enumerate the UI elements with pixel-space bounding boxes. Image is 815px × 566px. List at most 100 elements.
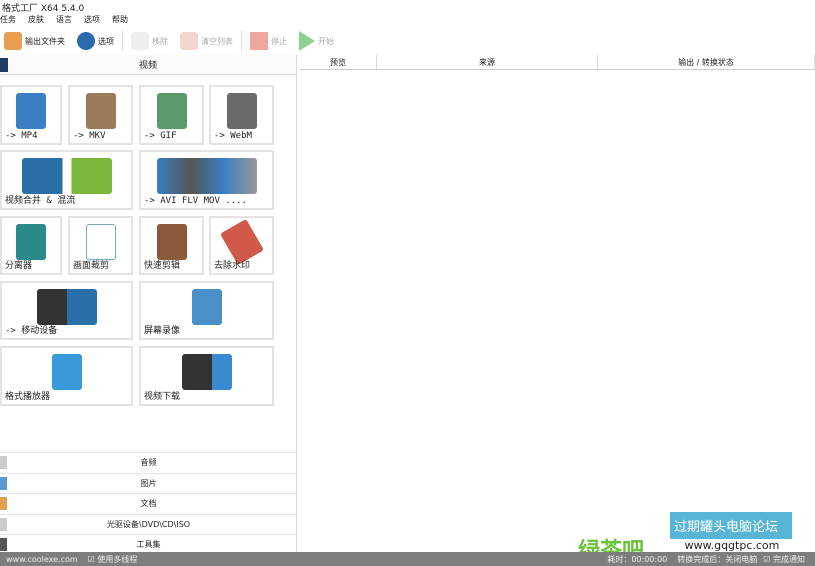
website-link[interactable]: www.coolexe.com — [6, 555, 78, 564]
tile-label: 格式播放器 — [5, 392, 51, 402]
category-label: 音频 — [140, 458, 157, 468]
start-button[interactable]: 开始 — [295, 31, 338, 51]
multithread-checkbox[interactable]: ☑ 使用多线程 — [88, 554, 138, 565]
clear-icon — [180, 32, 198, 50]
download-icon — [181, 354, 232, 390]
menu-bar: 任务 皮肤 语言 选项 帮助 — [0, 14, 128, 25]
notify-checkbox[interactable]: ☑ 完成通知 — [763, 554, 805, 565]
webm-icon — [226, 93, 257, 129]
after-conversion[interactable]: 转换完成后：关闭电脑 — [677, 554, 757, 565]
tile-label: 视频下载 — [144, 392, 181, 402]
watermark-url: www.gqgtpc.com — [672, 539, 792, 552]
merge-icon — [21, 158, 112, 194]
stop-button[interactable]: 停止 — [246, 32, 291, 50]
gear-icon — [77, 32, 95, 50]
elapsed-time: 耗时：00:00:00 — [607, 554, 668, 564]
tile-label: 画面裁剪 — [73, 261, 110, 271]
stop-icon — [250, 32, 268, 50]
tile-label: -> GIF — [144, 131, 177, 141]
category-image[interactable]: 图片 — [0, 472, 297, 494]
menu-options[interactable]: 选项 — [84, 14, 100, 25]
toolbar: 输出文件夹 选项 移除 清空列表 停止 开始 — [0, 28, 338, 54]
mkv-icon — [85, 93, 116, 129]
splitter-icon — [16, 224, 46, 260]
output-folder-label: 输出文件夹 — [25, 36, 65, 46]
tools-icon — [0, 538, 7, 551]
status-bar: www.coolexe.com ☑ 使用多线程 耗时：00:00:00 转换完成… — [0, 552, 815, 566]
remove-button[interactable]: 移除 — [127, 32, 172, 50]
mobile-icon — [36, 289, 97, 325]
clear-list-button[interactable]: 清空列表 — [176, 32, 237, 50]
image-icon — [0, 476, 7, 490]
menu-language[interactable]: 语言 — [56, 14, 72, 25]
notify-label: 完成通知 — [773, 554, 805, 564]
tile-crop[interactable]: 画面裁剪 — [68, 216, 133, 275]
video-icon — [0, 58, 8, 72]
tile-splitter[interactable]: 分离器 — [0, 216, 62, 275]
table-header: 预览 来源 输出 / 转换状态 — [300, 55, 815, 70]
category-label: 光驱设备\DVD\CD\ISO — [106, 519, 191, 529]
column-output-status[interactable]: 输出 / 转换状态 — [598, 55, 815, 69]
options-button[interactable]: 选项 — [73, 32, 118, 50]
player-icon — [51, 354, 82, 390]
tile-video-download[interactable]: 视频下载 — [139, 346, 274, 406]
category-disc[interactable]: 光驱设备\DVD\CD\ISO — [0, 513, 297, 535]
screen-record-icon — [191, 289, 222, 325]
folder-icon — [4, 32, 22, 50]
category-label: 图片 — [140, 478, 157, 488]
tile-label: -> 移动设备 — [5, 326, 58, 336]
menu-skin[interactable]: 皮肤 — [28, 14, 44, 25]
category-video[interactable]: 视频 — [0, 55, 296, 75]
tile-webm[interactable]: -> WebM — [209, 85, 274, 145]
tile-mp4[interactable]: -> MP4 — [0, 85, 62, 145]
output-folder-button[interactable]: 输出文件夹 — [0, 32, 69, 50]
category-label: 文档 — [140, 499, 157, 509]
gif-icon — [156, 93, 187, 129]
start-label: 开始 — [318, 36, 334, 46]
menu-help[interactable]: 帮助 — [112, 14, 128, 25]
tile-label: 快速剪辑 — [144, 261, 181, 271]
category-audio[interactable]: 音频 — [0, 452, 297, 473]
window-title: 格式工厂 X64 5.4.0 — [2, 4, 85, 14]
tile-screen-record[interactable]: 屏幕录像 — [139, 281, 274, 340]
category-list: 音频 图片 文档 光驱设备\DVD\CD\ISO 工具集 — [0, 452, 297, 555]
divider — [122, 31, 123, 51]
tile-quick-clip[interactable]: 快速剪辑 — [139, 216, 204, 275]
audio-icon — [0, 456, 7, 469]
menu-task[interactable]: 任务 — [0, 14, 16, 25]
tile-label: 分离器 — [5, 261, 33, 271]
remove-label: 移除 — [152, 36, 168, 46]
options-label: 选项 — [98, 36, 114, 46]
disc-icon — [0, 517, 7, 531]
clear-list-label: 清空列表 — [201, 36, 233, 46]
tile-label: 视频合并 & 混流 — [5, 196, 76, 206]
play-icon — [299, 31, 315, 51]
category-document[interactable]: 文档 — [0, 493, 297, 514]
tile-label: -> MKV — [73, 131, 106, 141]
tile-label: 去除水印 — [214, 261, 251, 271]
watermark-forum-text: 过期罐头电脑论坛 — [674, 520, 779, 535]
tile-label: 屏幕录像 — [144, 326, 181, 336]
column-source[interactable]: 来源 — [377, 55, 598, 69]
tile-avi-flv-mov[interactable]: -> AVI FLV MOV .... — [139, 150, 274, 210]
tile-label: -> AVI FLV MOV .... — [144, 196, 247, 206]
clip-icon — [156, 224, 187, 260]
divider — [241, 31, 242, 51]
category-label: 工具集 — [136, 540, 161, 550]
tile-mobile[interactable]: -> 移动设备 — [0, 281, 133, 340]
multithread-label: 使用多线程 — [97, 554, 138, 564]
tile-video-merge[interactable]: 视频合并 & 混流 — [0, 150, 133, 210]
formats-icon — [156, 158, 257, 194]
watermark-forum: 过期罐头电脑论坛 — [670, 512, 792, 539]
tile-player[interactable]: 格式播放器 — [0, 346, 133, 406]
task-list: 预览 来源 输出 / 转换状态 — [300, 55, 815, 70]
tile-gif[interactable]: -> GIF — [139, 85, 204, 145]
scissors-icon — [85, 224, 116, 260]
tile-remove-watermark[interactable]: 去除水印 — [209, 216, 274, 275]
tile-label: -> MP4 — [5, 131, 38, 141]
tile-label: -> WebM — [214, 131, 252, 141]
stop-label: 停止 — [271, 36, 287, 46]
document-icon — [0, 497, 7, 510]
tile-mkv[interactable]: -> MKV — [68, 85, 133, 145]
column-preview[interactable]: 预览 — [300, 55, 377, 69]
